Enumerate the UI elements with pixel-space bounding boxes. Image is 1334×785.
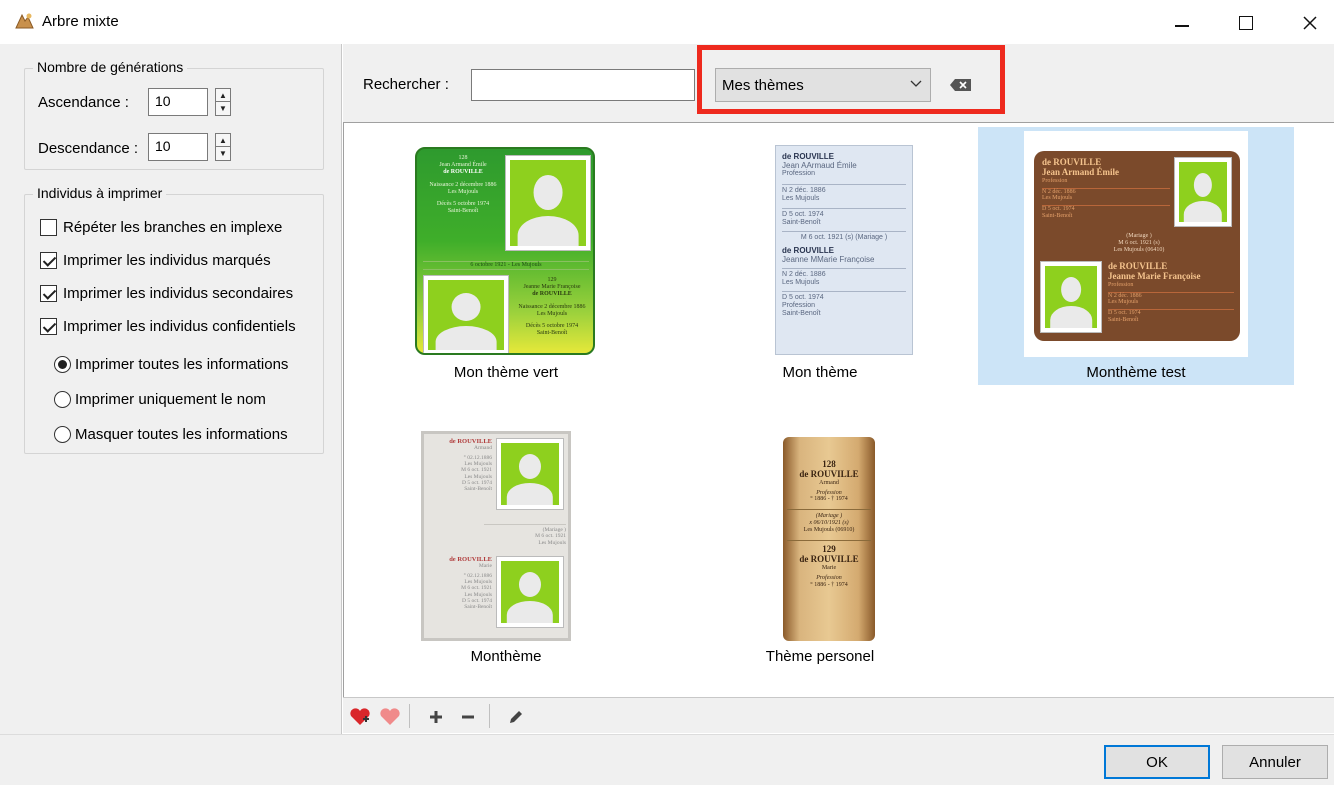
scroll-card: 128 de ROUVILLE Armand Profession ° 1886…: [783, 437, 875, 641]
theme-tile-theme-personel[interactable]: 128 de ROUVILLE Armand Profession ° 1886…: [662, 423, 978, 681]
checkbox-label: Imprimer les individus secondaires: [63, 285, 294, 302]
checkbox-box[interactable]: [40, 219, 57, 236]
descendance-input[interactable]: 10: [148, 133, 208, 161]
avatar: [505, 155, 591, 251]
theme-label: Mon thème vert: [453, 364, 559, 381]
card-text: 128 de ROUVILLE Armand Profession ° 1886…: [787, 459, 871, 588]
theme-tile-mon-theme[interactable]: de ROUVILLE Jean AArmaud Émile Professio…: [662, 127, 978, 385]
theme-thumbnail: 128 Jean Armand Émile de ROUVILLE Naissa…: [415, 131, 597, 357]
chevron-up-icon[interactable]: ▲: [215, 133, 231, 147]
card-text: de ROUVILLE Marie ° 02.12.1886 Les Mujou…: [449, 556, 492, 611]
checkbox-label: Répéter les branches en implexe: [63, 219, 283, 236]
checkbox-individus-confidentiels[interactable]: Imprimer les individus confidentiels: [40, 318, 296, 335]
minimize-icon[interactable]: [1162, 8, 1202, 38]
checkbox-individus-marques[interactable]: Imprimer les individus marqués: [40, 252, 271, 269]
maximize-icon[interactable]: [1226, 8, 1266, 38]
theme-label: Monthème test: [1086, 364, 1186, 381]
heart-remove-icon[interactable]: [379, 706, 401, 728]
theme-tile-montheme-test[interactable]: de ROUVILLE Jean Armand Émile Profession…: [978, 127, 1294, 385]
chevron-up-icon[interactable]: ▲: [215, 88, 231, 102]
card-text: de ROUVILLE Armand ° 02.12.1886 Les Mujo…: [449, 438, 492, 493]
ascendance-label: Ascendance :: [38, 94, 129, 111]
brown-card: de ROUVILLE Jean Armand Émile Profession…: [1034, 151, 1240, 341]
ascendance-stepper[interactable]: ▲ ▼: [215, 88, 231, 116]
theme-tile-mon-theme-vert[interactable]: 128 Jean Armand Émile de ROUVILLE Naissa…: [348, 127, 664, 385]
checkbox-box[interactable]: [40, 318, 57, 335]
card-text: (Mariage ) M 6 oct. 1921 (s) Les Mujouls…: [1113, 233, 1165, 253]
app-icon: [15, 13, 34, 29]
avatar: [423, 275, 509, 353]
radio-toutes-informations[interactable]: Imprimer toutes les informations: [54, 356, 288, 373]
descendance-label: Descendance :: [38, 140, 139, 157]
options-panel: Nombre de générations Ascendance : 10 ▲ …: [0, 44, 342, 734]
radio-masquer-informations[interactable]: Masquer toutes les informations: [54, 426, 288, 443]
minus-icon[interactable]: [457, 706, 479, 728]
avatar: [1174, 157, 1232, 227]
pencil-icon[interactable]: [505, 706, 527, 728]
dialog-footer: OK Annuler: [0, 734, 1334, 785]
theme-thumbnail: 128 de ROUVILLE Armand Profession ° 1886…: [729, 427, 911, 653]
chevron-down-icon: [910, 77, 922, 91]
theme-select-value: Mes thèmes: [722, 77, 804, 94]
cancel-button[interactable]: Annuler: [1222, 745, 1328, 779]
radio-uniquement-nom[interactable]: Imprimer uniquement le nom: [54, 391, 266, 408]
avatar: [1040, 261, 1102, 333]
card-text: de ROUVILLE Jean AArmaud Émile Professio…: [782, 152, 906, 318]
individus-legend: Individus à imprimer: [33, 185, 167, 201]
radio-button[interactable]: [54, 356, 71, 373]
checkbox-box[interactable]: [40, 285, 57, 302]
search-label: Rechercher :: [363, 76, 449, 93]
checkbox-box[interactable]: [40, 252, 57, 269]
card-text: de ROUVILLE Jeanne Marie Françoise Profe…: [1108, 261, 1234, 324]
card-text: 129 Jeanne Marie Françoise de ROUVILLE N…: [518, 277, 586, 337]
theme-thumbnail: de ROUVILLE Jean Armand Émile Profession…: [1024, 131, 1248, 357]
title-bar: Arbre mixte: [0, 0, 1334, 44]
theme-label: Thème personel: [765, 648, 875, 665]
search-input[interactable]: [471, 69, 695, 101]
descendance-stepper[interactable]: ▲ ▼: [215, 133, 231, 161]
theme-gallery: 128 Jean Armand Émile de ROUVILLE Naissa…: [343, 122, 1334, 697]
checkbox-label: Imprimer les individus confidentiels: [63, 318, 296, 335]
paper-card: de ROUVILLE Jean AArmaud Émile Professio…: [775, 145, 913, 355]
chevron-down-icon[interactable]: ▼: [215, 102, 231, 116]
radio-label: Imprimer uniquement le nom: [75, 391, 266, 408]
ascendance-input[interactable]: 10: [148, 88, 208, 116]
checkbox-label: Imprimer les individus marqués: [63, 252, 271, 269]
ok-button[interactable]: OK: [1104, 745, 1210, 779]
theme-label: Monthème: [470, 648, 542, 665]
avatar: [496, 438, 564, 510]
window-title: Arbre mixte: [42, 13, 119, 30]
search-bar: Rechercher : Mes thèmes: [343, 44, 1334, 122]
plus-icon[interactable]: [425, 706, 447, 728]
checkbox-repeter-branches[interactable]: Répéter les branches en implexe: [40, 219, 282, 236]
radio-button[interactable]: [54, 391, 71, 408]
avatar: [496, 556, 564, 628]
grey-card: de ROUVILLE Armand ° 02.12.1886 Les Mujo…: [421, 431, 571, 641]
radio-label: Imprimer toutes les informations: [75, 356, 289, 373]
theme-thumbnail: de ROUVILLE Jean AArmaud Émile Professio…: [729, 131, 913, 357]
close-icon[interactable]: [1290, 8, 1330, 38]
radio-button[interactable]: [54, 426, 71, 443]
clear-search-icon[interactable]: [949, 78, 973, 92]
toolbar-separator: [409, 704, 410, 728]
card-text: 6 octobre 1921 - Les Mujouls: [423, 261, 589, 270]
card-text: (Mariage ) M 6 oct. 1921 Les Mujouls: [484, 524, 566, 546]
theme-label: Mon thème: [782, 364, 858, 381]
theme-select[interactable]: Mes thèmes: [715, 68, 931, 102]
card-text: 128 Jean Armand Émile de ROUVILLE Naissa…: [429, 155, 497, 215]
theme-toolbar: [343, 697, 1334, 733]
theme-tile-montheme[interactable]: de ROUVILLE Armand ° 02.12.1886 Les Mujo…: [348, 423, 664, 681]
radio-label: Masquer toutes les informations: [75, 426, 288, 443]
theme-thumbnail: de ROUVILLE Armand ° 02.12.1886 Les Mujo…: [415, 427, 597, 653]
green-card: 128 Jean Armand Émile de ROUVILLE Naissa…: [415, 147, 595, 355]
heart-add-icon[interactable]: [349, 706, 371, 728]
checkbox-individus-secondaires[interactable]: Imprimer les individus secondaires: [40, 285, 293, 302]
card-text: de ROUVILLE Jean Armand Émile Profession…: [1042, 157, 1170, 220]
chevron-down-icon[interactable]: ▼: [215, 147, 231, 161]
generations-legend: Nombre de générations: [33, 59, 188, 75]
toolbar-separator: [489, 704, 490, 728]
